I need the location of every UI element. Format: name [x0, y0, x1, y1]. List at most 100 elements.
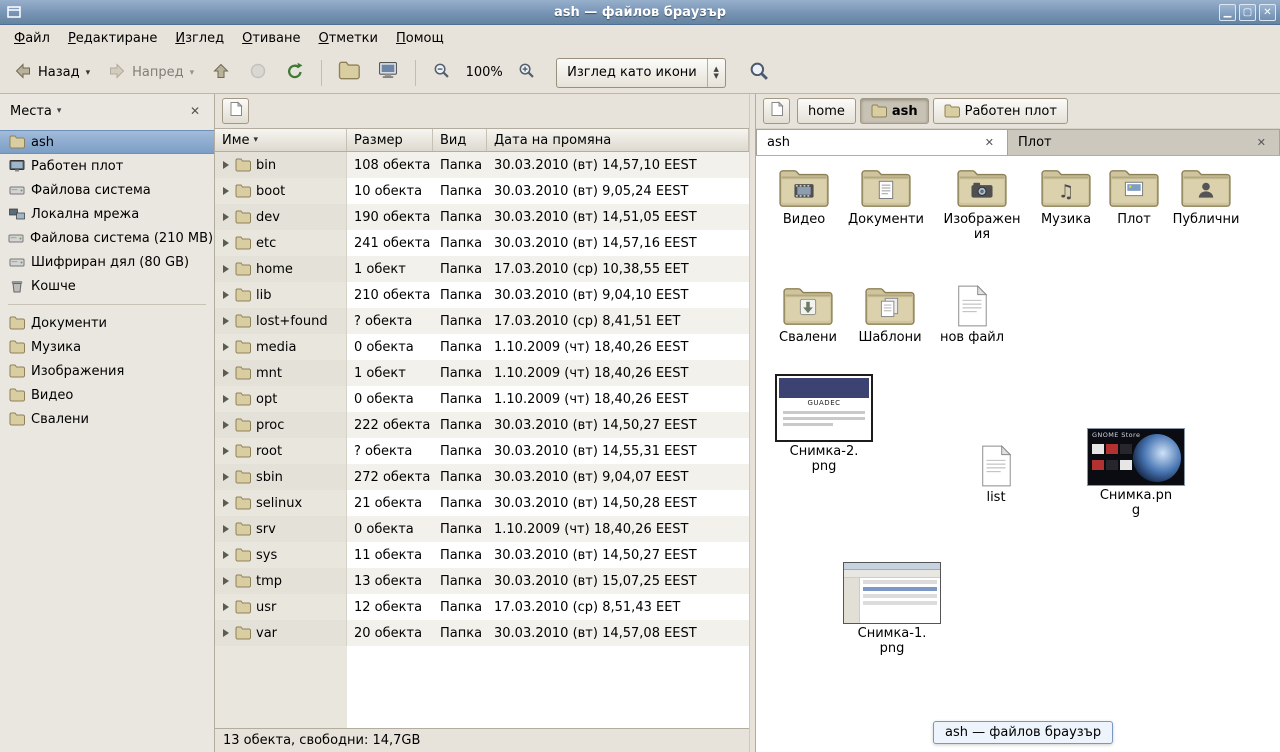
sidebar-item-home[interactable]: ash: [0, 130, 214, 154]
reload-button[interactable]: [278, 57, 312, 89]
table-row[interactable]: bin108 обектаПапка30.03.2010 (вт) 14,57,…: [215, 152, 749, 178]
spinner-arrows-icon[interactable]: ▲▼: [707, 59, 725, 87]
column-header-date[interactable]: Дата на промяна: [487, 129, 749, 151]
icon-item-videos[interactable]: Видео: [762, 166, 846, 228]
chevron-down-icon[interactable]: ▾: [57, 106, 62, 116]
back-button[interactable]: Назад ▾: [6, 57, 97, 89]
expander-icon[interactable]: [223, 603, 229, 611]
icon-item-snimka[interactable]: GNOME StoreСнимка.png: [1084, 428, 1188, 519]
expander-icon[interactable]: [223, 265, 229, 273]
expander-icon[interactable]: [223, 369, 229, 377]
table-row[interactable]: sys11 обектаПапка30.03.2010 (вт) 14,50,2…: [215, 542, 749, 568]
view-mode-select[interactable]: Изглед като икони ▲▼: [556, 58, 726, 88]
minimize-button[interactable]: ▁: [1219, 4, 1236, 21]
expander-icon[interactable]: [223, 525, 229, 533]
icon-item-pictures[interactable]: Изображения: [940, 166, 1024, 243]
expander-icon[interactable]: [223, 551, 229, 559]
home-button[interactable]: [331, 57, 367, 89]
icon-item-public[interactable]: Публични: [1164, 166, 1248, 228]
sidebar-item-documents[interactable]: Документи: [0, 311, 214, 335]
table-row[interactable]: etc241 обектаПапка30.03.2010 (вт) 14,57,…: [215, 230, 749, 256]
zoom-out-button[interactable]: [425, 57, 458, 89]
forward-button[interactable]: Напред ▾: [100, 57, 201, 89]
places-title[interactable]: Места: [10, 104, 52, 119]
path-button-home[interactable]: home: [797, 98, 856, 124]
table-row[interactable]: home1 обектПапка17.03.2010 (ср) 10,38,55…: [215, 256, 749, 282]
menu-help[interactable]: Помощ: [388, 27, 452, 50]
icon-item-list[interactable]: list: [954, 444, 1038, 506]
stop-button[interactable]: [241, 57, 275, 89]
menu-file[interactable]: Файл: [6, 27, 58, 50]
sidebar-item-pictures[interactable]: Изображения: [0, 359, 214, 383]
close-icon[interactable]: ✕: [982, 135, 997, 150]
path-button-ash[interactable]: ash: [860, 98, 929, 124]
location-button[interactable]: [222, 98, 249, 124]
table-row[interactable]: sbin272 обектаПапка30.03.2010 (вт) 9,04,…: [215, 464, 749, 490]
sidebar-item-downloads[interactable]: Свалени: [0, 407, 214, 431]
expander-icon[interactable]: [223, 291, 229, 299]
column-header-name[interactable]: Име▾: [215, 129, 347, 151]
search-button[interactable]: [741, 57, 777, 89]
sidebar-item-encrypted-80gb[interactable]: Шифриран дял (80 GB): [0, 250, 214, 274]
table-row[interactable]: mnt1 обектПапка1.10.2009 (чт) 18,40,26 E…: [215, 360, 749, 386]
expander-icon[interactable]: [223, 213, 229, 221]
icon-item-documents[interactable]: Документи: [844, 166, 928, 228]
menu-edit[interactable]: Редактиране: [60, 27, 165, 50]
table-row[interactable]: lost+found? обектаПапка17.03.2010 (ср) 8…: [215, 308, 749, 334]
titlebar[interactable]: ash — файлов браузър ▁ ▢ ✕: [0, 0, 1280, 25]
sidebar-item-music[interactable]: Музика: [0, 335, 214, 359]
table-row[interactable]: var20 обектаПапка30.03.2010 (вт) 14,57,0…: [215, 620, 749, 646]
table-row[interactable]: dev190 обектаПапка30.03.2010 (вт) 14,51,…: [215, 204, 749, 230]
icon-item-templates[interactable]: Шаблони: [848, 284, 932, 346]
table-row[interactable]: usr12 обектаПапка17.03.2010 (ср) 8,51,43…: [215, 594, 749, 620]
icon-item-downloads[interactable]: Свалени: [766, 284, 850, 346]
sidebar-item-desktop[interactable]: Работен плот: [0, 154, 214, 178]
menu-view[interactable]: Изглед: [167, 27, 232, 50]
expander-icon[interactable]: [223, 317, 229, 325]
icon-item-new-file[interactable]: нов файл: [930, 284, 1014, 346]
up-button[interactable]: [204, 57, 238, 89]
tab-ash[interactable]: ash✕: [756, 129, 1008, 155]
icon-item-snimka-2[interactable]: GUADECСнимка-2.png: [772, 374, 876, 475]
expander-icon[interactable]: [223, 577, 229, 585]
sidebar-item-videos[interactable]: Видео: [0, 383, 214, 407]
sidebar-item-filesystem[interactable]: Файлова система: [0, 178, 214, 202]
table-row[interactable]: selinux21 обектаПапка30.03.2010 (вт) 14,…: [215, 490, 749, 516]
expander-icon[interactable]: [223, 161, 229, 169]
expander-icon[interactable]: [223, 629, 229, 637]
pane-splitter[interactable]: [749, 94, 756, 752]
expander-icon[interactable]: [223, 187, 229, 195]
table-row[interactable]: media0 обектаПапка1.10.2009 (чт) 18,40,2…: [215, 334, 749, 360]
table-row[interactable]: root? обектаПапка30.03.2010 (вт) 14,55,3…: [215, 438, 749, 464]
expander-icon[interactable]: [223, 473, 229, 481]
path-button-desktop[interactable]: Работен плот: [933, 98, 1068, 124]
icon-item-snimka-1[interactable]: Снимка-1.png: [840, 562, 944, 657]
column-header-size[interactable]: Размер: [347, 129, 433, 151]
close-icon[interactable]: ✕: [1254, 135, 1269, 150]
sidebar-close-button[interactable]: ✕: [186, 102, 204, 120]
table-row[interactable]: proc222 обектаПапка30.03.2010 (вт) 14,50…: [215, 412, 749, 438]
sidebar-item-trash[interactable]: Кошче: [0, 274, 214, 298]
expander-icon[interactable]: [223, 447, 229, 455]
location-button[interactable]: [763, 98, 790, 124]
expander-icon[interactable]: [223, 421, 229, 429]
table-row[interactable]: boot10 обектаПапка30.03.2010 (вт) 9,05,2…: [215, 178, 749, 204]
computer-button[interactable]: [370, 57, 406, 89]
sidebar-item-filesystem-210mb[interactable]: Файлова система (210 MB): [0, 226, 214, 250]
expander-icon[interactable]: [223, 499, 229, 507]
table-row[interactable]: srv0 обектаПапка1.10.2009 (чт) 18,40,26 …: [215, 516, 749, 542]
expander-icon[interactable]: [223, 395, 229, 403]
menu-bookmarks[interactable]: Отметки: [311, 27, 387, 50]
table-row[interactable]: opt0 обектаПапка1.10.2009 (чт) 18,40,26 …: [215, 386, 749, 412]
tab-plot[interactable]: Плот✕: [1008, 129, 1280, 155]
expander-icon[interactable]: [223, 343, 229, 351]
column-header-type[interactable]: Вид: [433, 129, 487, 151]
expander-icon[interactable]: [223, 239, 229, 247]
maximize-button[interactable]: ▢: [1239, 4, 1256, 21]
sidebar-item-local-network[interactable]: Локална мрежа: [0, 202, 214, 226]
zoom-in-button[interactable]: [510, 57, 543, 89]
menu-go[interactable]: Отиване: [234, 27, 308, 50]
table-row[interactable]: tmp13 обектаПапка30.03.2010 (вт) 15,07,2…: [215, 568, 749, 594]
table-row[interactable]: lib210 обектаПапка30.03.2010 (вт) 9,04,1…: [215, 282, 749, 308]
close-button[interactable]: ✕: [1259, 4, 1276, 21]
